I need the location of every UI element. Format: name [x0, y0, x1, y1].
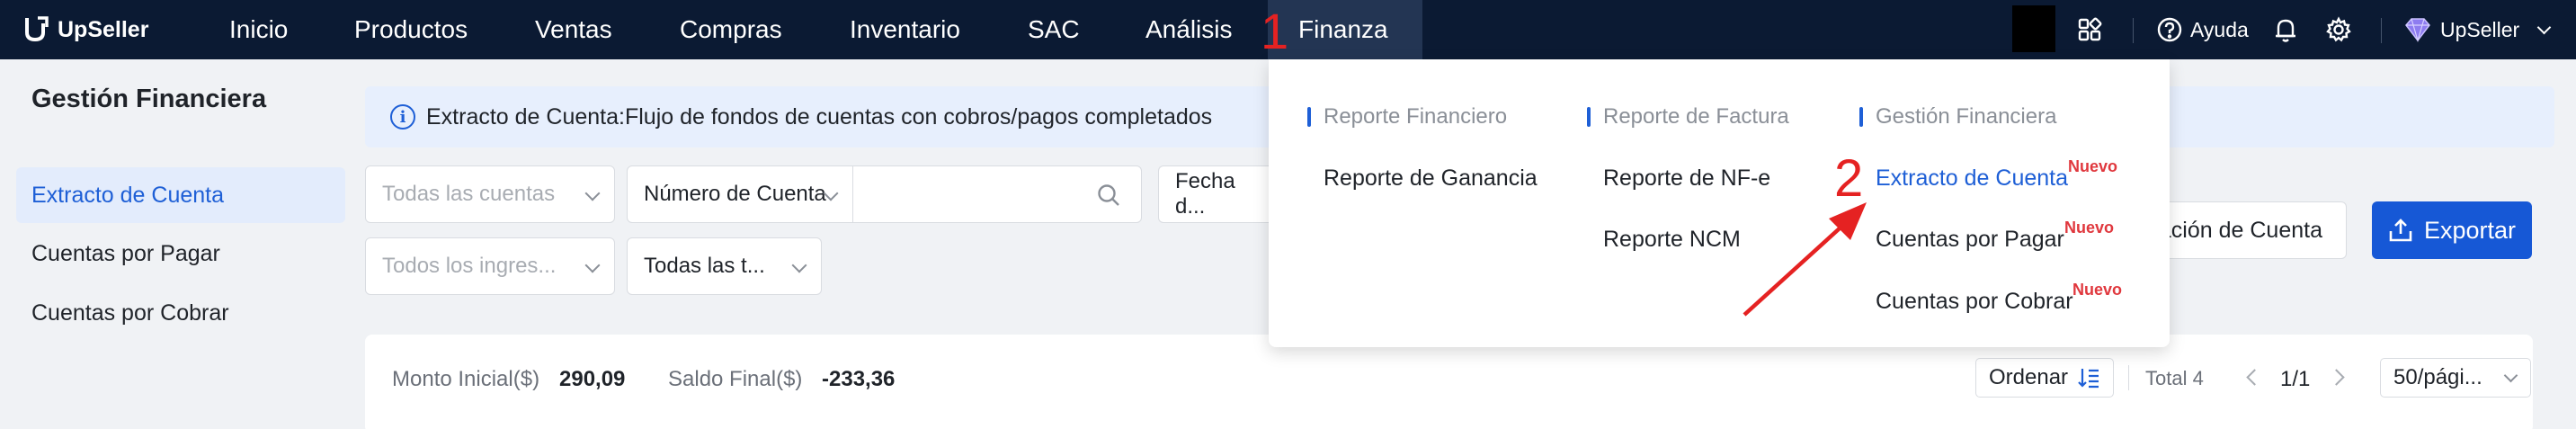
new-badge: Nuevo: [2072, 281, 2123, 299]
divider: [2133, 18, 2134, 43]
page-size-select[interactable]: 50/pági...: [2380, 358, 2531, 398]
sidebar: Gestión Financiera Extracto de Cuenta Cu…: [0, 59, 352, 429]
accounts-select[interactable]: Todas las cuentas: [365, 165, 615, 223]
upseller-logo-icon: [25, 16, 49, 42]
annotation-arrow-icon: [1743, 202, 1867, 317]
nav-item-inventario[interactable]: Inventario: [833, 0, 976, 59]
divider: [2381, 18, 2382, 43]
top-nav: UpSeller Inicio Productos Ventas Compras…: [0, 0, 2576, 59]
apps-grid-icon: [2078, 17, 2102, 41]
help-circle-icon: [2157, 17, 2182, 42]
apps-button[interactable]: [2077, 0, 2102, 59]
income-placeholder: Todos los ingres...: [382, 254, 557, 278]
sidebar-item-cuentas-cobrar[interactable]: Cuentas por Cobrar: [16, 285, 345, 341]
help-label: Ayuda: [2190, 17, 2249, 41]
income-select[interactable]: Todos los ingres...: [365, 237, 615, 295]
sort-label: Ordenar: [1989, 365, 2069, 389]
initial-amount-label: Monto Inicial($): [392, 367, 540, 391]
nav-item-productos[interactable]: Productos: [338, 0, 484, 59]
menu-heading-reporte-financiero: Reporte Financiero: [1307, 104, 1507, 130]
export-label: Exportar: [2423, 216, 2517, 244]
sidebar-title: Gestión Financiera: [31, 85, 267, 113]
menu-item-reporte-ganancia[interactable]: Reporte de Ganancia: [1324, 165, 1538, 192]
menu-item-cuentas-cobrar[interactable]: Cuentas por Cobrar: [1876, 289, 2073, 315]
bell-icon: [2276, 19, 2295, 42]
account-number-select[interactable]: Número de Cuenta: [627, 165, 853, 223]
nav-item-inicio[interactable]: Inicio: [213, 0, 304, 59]
info-icon: i: [390, 104, 415, 130]
final-balance-value: -233,36: [822, 367, 896, 391]
chevron-down-icon: [584, 257, 601, 273]
menu-item-extracto-cuenta[interactable]: Extracto de Cuenta: [1876, 165, 2068, 192]
types-label: Todas las t...: [644, 254, 765, 278]
annotation-step-1: 1: [1261, 3, 1289, 59]
new-badge: Nuevo: [2064, 219, 2115, 237]
account-number-label: Número de Cuenta: [644, 182, 826, 206]
notifications-button[interactable]: [2273, 0, 2298, 59]
export-button[interactable]: Exportar: [2372, 201, 2532, 259]
chevron-down-icon: [2503, 368, 2518, 383]
date-filter[interactable]: Fecha d...: [1158, 165, 1275, 223]
page-size-label: 50/pági...: [2393, 365, 2482, 389]
reconcile-label: ación de Cuenta: [2158, 217, 2322, 243]
gear-icon: [2326, 16, 2351, 42]
account-search-input[interactable]: [852, 165, 1142, 223]
redacted-box: [2012, 5, 2055, 52]
account-label: UpSeller: [2440, 17, 2520, 41]
divider: [2128, 365, 2129, 390]
export-icon: [2389, 219, 2412, 242]
chevron-down-icon: [584, 185, 601, 201]
chevron-down-icon: [2536, 20, 2552, 34]
brand-name: UpSeller: [58, 16, 149, 42]
search-icon[interactable]: [1096, 183, 1121, 208]
help-button[interactable]: Ayuda: [2156, 0, 2249, 59]
new-badge: Nuevo: [2068, 157, 2118, 175]
nav-item-sac[interactable]: SAC: [1012, 0, 1096, 59]
diamond-icon: [2405, 18, 2430, 43]
accounts-placeholder: Todas las cuentas: [382, 182, 556, 206]
sidebar-item-cuentas-pagar[interactable]: Cuentas por Pagar: [16, 226, 345, 282]
total-count: Total 4: [2145, 367, 2204, 389]
banner-text: Extracto de Cuenta:Flujo de fondos de cu…: [426, 103, 1213, 130]
sidebar-item-extracto[interactable]: Extracto de Cuenta: [16, 167, 345, 223]
nav-item-ventas[interactable]: Ventas: [519, 0, 628, 59]
settings-button[interactable]: [2325, 0, 2352, 59]
nav-item-compras[interactable]: Compras: [664, 0, 798, 59]
final-balance-label: Saldo Final($): [668, 367, 803, 391]
nav-item-analisis[interactable]: Análisis: [1129, 0, 1248, 59]
menu-heading-reporte-factura: Reporte de Factura: [1587, 104, 1789, 130]
nav-item-finanza[interactable]: Finanza: [1268, 0, 1422, 59]
sort-icon: [2078, 369, 2099, 389]
menu-item-reporte-ncm[interactable]: Reporte NCM: [1603, 227, 1741, 253]
menu-item-cuentas-pagar[interactable]: Cuentas por Pagar: [1876, 227, 2064, 253]
brand-logo[interactable]: UpSeller: [20, 0, 148, 59]
page-indicator: 1/1: [2280, 367, 2311, 391]
account-menu[interactable]: UpSeller: [2402, 0, 2552, 59]
chevron-down-icon: [791, 257, 807, 273]
menu-heading-gestion-financiera: Gestión Financiera: [1859, 104, 2056, 130]
types-select[interactable]: Todas las t...: [627, 237, 822, 295]
initial-amount-value: 290,09: [559, 367, 626, 391]
sort-button[interactable]: Ordenar: [1975, 358, 2115, 398]
date-label: Fecha d...: [1175, 169, 1235, 219]
